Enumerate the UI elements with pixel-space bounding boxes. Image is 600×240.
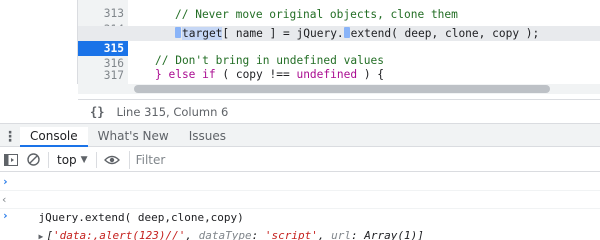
filter-input[interactable] xyxy=(135,152,600,167)
result-bracket: [ xyxy=(46,229,53,240)
result-string: 'data:,alert(123)//' xyxy=(52,229,186,240)
code-text: } else if ( copy !== undefined ) { xyxy=(155,67,384,82)
console-output[interactable]: › jQuery.extend( deep,clone,copy) ‹ ▶ ['d… xyxy=(0,173,600,240)
toolbar-divider xyxy=(48,151,49,168)
editor-status-bar: {} Line 315, Column 6 xyxy=(78,99,600,123)
context-selector-label: top xyxy=(57,152,77,167)
tab-console[interactable]: Console xyxy=(20,126,88,147)
result-bracket: ] xyxy=(417,229,424,240)
console-command-row: › jQuery.extend( deep,clone,copy) xyxy=(0,173,600,224)
code-line-current[interactable]: 315 target[ name ] = jQuery. extend( deep… xyxy=(78,26,600,56)
source-editor[interactable]: 313 314 // Never move original objects, … xyxy=(0,0,600,96)
expand-triangle-icon[interactable]: ▶ xyxy=(39,232,44,240)
code-token: ( copy !== xyxy=(215,68,297,81)
code-comment: // Don't bring in undefined values xyxy=(155,54,385,67)
more-tools-kebab-icon[interactable]: ⋮ xyxy=(0,130,20,144)
code-token: [ name ] = jQuery. xyxy=(222,27,344,40)
code-line[interactable]: 313 xyxy=(78,0,600,20)
result-comma: , xyxy=(317,229,332,240)
code-keyword: } else if xyxy=(155,68,216,81)
result-arrow-icon: ‹ xyxy=(1,193,8,206)
code-token: extend( deep, clone, copy ); xyxy=(350,27,540,40)
prompt-chevron-icon: › xyxy=(2,175,9,188)
code-line[interactable]: 318 } else if ( copy !== undefined ) { xyxy=(78,67,600,96)
console-command-text: jQuery.extend( deep,clone,copy) xyxy=(38,211,244,224)
result-colon: : xyxy=(251,229,265,240)
context-selector[interactable]: top ▼ xyxy=(53,153,92,167)
result-key: dataType xyxy=(198,229,252,240)
result-value: Array(1) xyxy=(364,229,418,240)
inline-breakpoint-marker[interactable] xyxy=(343,27,350,38)
tab-issues[interactable]: Issues xyxy=(179,127,236,147)
console-result[interactable]: ▶ ['data:,alert(123)//', dataType: 'scrip… xyxy=(39,229,424,240)
chevron-down-icon: ▼ xyxy=(80,154,88,165)
toggle-sidebar-icon[interactable] xyxy=(0,148,22,172)
tab-whats-new[interactable]: What's New xyxy=(88,127,179,147)
inline-breakpoint-marker[interactable] xyxy=(175,27,181,38)
result-comma: , xyxy=(185,229,199,240)
cursor-position: Line 315, Column 6 xyxy=(116,104,229,119)
console-input-prompt-icon[interactable]: › xyxy=(2,209,9,222)
toolbar-divider xyxy=(95,151,97,168)
code-keyword: undefined xyxy=(296,68,358,81)
live-expression-eye-icon[interactable] xyxy=(101,148,123,172)
drawer-tab-bar: ⋮ Console What's New Issues xyxy=(0,126,600,147)
result-colon: : xyxy=(351,229,365,240)
code-text: target[ name ] = jQuery. extend( deep, cl… xyxy=(175,26,539,41)
code-token-selected: target xyxy=(182,27,223,40)
console-toolbar: top ▼ xyxy=(0,148,600,172)
code-comment: // Never move original objects, clone th… xyxy=(175,8,458,21)
code-token: ) { xyxy=(357,68,385,81)
result-key: url xyxy=(331,229,351,240)
pretty-print-icon[interactable]: {} xyxy=(90,105,104,119)
result-string: 'script' xyxy=(264,229,318,240)
code-line[interactable]: 314 // Never move original objects, clon… xyxy=(78,7,600,36)
navigator-pane-edge xyxy=(0,0,78,84)
horizontal-scrollbar[interactable] xyxy=(78,84,600,94)
filter-field[interactable] xyxy=(128,150,600,169)
code-line[interactable]: 317 // Don't bring in undefined values xyxy=(78,53,600,82)
scrollbar-thumb[interactable] xyxy=(134,85,550,93)
console-result-row[interactable]: ‹ ▶ ['data:,alert(123)//', dataType: 'scr… xyxy=(0,191,600,240)
clear-console-icon[interactable] xyxy=(22,148,44,172)
